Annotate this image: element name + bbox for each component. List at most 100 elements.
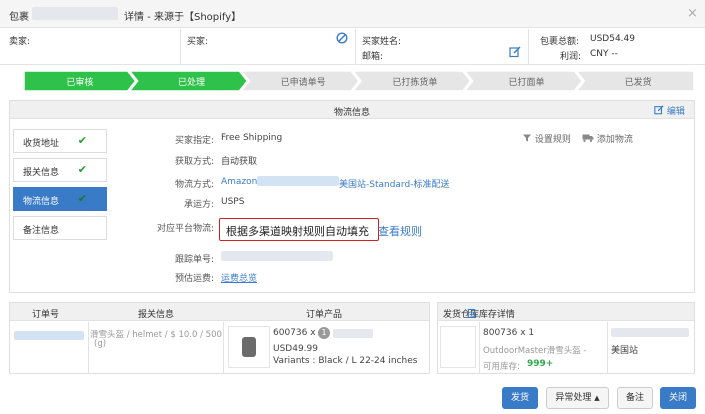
platform-logistics-value: 根据多渠道映射规则自动填充 (226, 225, 369, 238)
available-stock-label: 可用库存: (483, 362, 520, 372)
carrier-value: USPS (221, 197, 245, 207)
step-label-6: 已发货 (624, 78, 652, 88)
warehouse-site: 美国站 (611, 346, 639, 356)
tab-label: 报关信息 (23, 168, 60, 178)
buyer-specified-value: Free Shipping (221, 133, 283, 143)
set-rule-button[interactable]: 设置规则 (522, 132, 571, 145)
exception-handling-button[interactable]: 异常处理 ▲ (546, 387, 609, 409)
platform-logistics-label: 对应平台物流: (156, 224, 214, 234)
step-label-1: 已审核 (66, 78, 94, 88)
warehouse-header: 发货仓库 库存详情 (438, 303, 694, 321)
ban-icon[interactable] (336, 32, 348, 47)
order-table-header: 订单号 报关信息 订单产品 (10, 303, 429, 321)
profit-value: CNY -- (590, 49, 618, 59)
step-label-4: 已打拣货单 (392, 78, 438, 88)
order-progress-steps: 已审核 已处理 已申请单号 已打拣货单 已打面单 已发货 (24, 71, 694, 91)
logistics-edit-button[interactable]: 编辑 (654, 104, 685, 117)
seller-label: 卖家: (9, 37, 31, 47)
ship-button[interactable]: 发货 (502, 387, 538, 409)
tab-remark-info[interactable]: 备注信息 (13, 216, 107, 240)
product-image (242, 337, 256, 357)
fetch-method-value: 自动获取 (221, 157, 258, 167)
divider (180, 29, 181, 65)
logistics-method-label: 物流方式: (174, 180, 214, 190)
tracking-number-label: 跟踪单号: (174, 255, 214, 265)
product-variants: Variants : Black / L 22-24 inches (273, 356, 418, 366)
package-info-row: 卖家: 买家: 买家姓名: 邮箱: 包裹总额: USD54.49 利润: CNY… (0, 29, 705, 65)
warehouse-name-redacted (611, 328, 689, 337)
product-price: USD49.99 (273, 344, 318, 354)
add-logistics-button[interactable]: 添加物流 (582, 132, 633, 145)
divider (88, 322, 89, 373)
close-button[interactable]: 关闭 (660, 387, 696, 409)
tab-customs-info[interactable]: 报关信息 ✔ (13, 158, 107, 182)
warehouse-item-qty: 800736 x 1 (483, 328, 535, 338)
step-label-3: 已申请单号 (280, 78, 326, 88)
step-label-2: 已处理 (177, 78, 205, 88)
check-icon: ✔ (77, 163, 87, 176)
col-order-number: 订单号 (32, 310, 60, 320)
logistics-title: 物流信息 (333, 108, 370, 118)
remark-button[interactable]: 备注 (617, 387, 653, 409)
divider (479, 322, 480, 373)
tracking-number-redacted (221, 251, 333, 261)
freight-overview-link[interactable]: 运费总览 (221, 271, 257, 284)
profit-label: 利润: (560, 52, 582, 62)
caret-up-icon: ▲ (594, 394, 600, 402)
order-table: 订单号 报关信息 订单产品 滑雪头盔 / helmet / $ 10.0 / 5… (9, 302, 430, 374)
steps-graphic (24, 71, 694, 91)
table-row: 800736 x 1 OutdoorMaster滑雪头盔 - 可用库存: 999… (438, 322, 694, 373)
step-label-5: 已打面单 (508, 78, 545, 88)
divider (223, 322, 224, 373)
warehouse-thumbnail (440, 326, 476, 368)
divider (355, 29, 356, 65)
customs-info-text: 滑雪头盔 / helmet / $ 10.0 / 500 (90, 330, 222, 340)
divider (607, 322, 608, 373)
set-rule-label: 设置规则 (534, 135, 571, 145)
check-icon: ✔ (77, 192, 87, 205)
platform-logistics-highlight: 根据多渠道映射规则自动填充 (219, 218, 379, 241)
logistics-header: 物流信息 编辑 (10, 101, 694, 119)
col-customs-info: 报关信息 (138, 310, 175, 320)
document-icon (467, 308, 476, 319)
product-sku-qty: 600736 x (273, 328, 316, 338)
tab-label: 物流信息 (23, 197, 60, 207)
divider (528, 29, 529, 65)
customs-info-weight: (g) (94, 339, 107, 349)
tab-label: 收货地址 (23, 139, 60, 149)
order-number-redacted (14, 331, 84, 340)
tab-label: 备注信息 (23, 226, 60, 236)
logistics-edit-label: 编辑 (666, 107, 685, 117)
package-total-label: 包裹总额: (540, 37, 580, 47)
product-thumbnail[interactable] (228, 326, 270, 368)
tab-shipping-address[interactable]: 收货地址 ✔ (13, 129, 107, 153)
estimated-freight-label: 预估运费: (174, 274, 214, 284)
warehouse-panel: 发货仓库 库存详情 800736 x 1 OutdoorMaster滑雪头盔 -… (437, 302, 695, 374)
table-row: 滑雪头盔 / helmet / $ 10.0 / 500 (g) 600736 … (10, 322, 429, 373)
dialog-title-prefix: 包裹 (9, 12, 29, 23)
col-order-product: 订单产品 (306, 310, 343, 320)
truck-icon (582, 134, 594, 142)
fetch-method-label: 获取方式: (174, 157, 214, 167)
tab-logistics-info[interactable]: 物流信息 ✔ (13, 187, 107, 211)
logistics-method-service[interactable]: 美国站-Standard-标准配送 (339, 177, 449, 190)
view-rule-link[interactable]: 查看规则 (378, 223, 422, 239)
dialog-titlebar: 包裹 详情 - 来源于【Shopify】 × (0, 0, 705, 28)
package-total-value: USD54.49 (590, 34, 635, 44)
close-icon[interactable]: × (687, 6, 698, 21)
warehouse-item-name: OutdoorMaster滑雪头盔 - (483, 346, 587, 356)
edit-icon (654, 105, 664, 115)
package-id-redacted (32, 7, 118, 20)
stock-details-link[interactable]: 库存详情 (467, 307, 515, 320)
buyer-specified-label: 买家指定: (174, 136, 214, 146)
check-icon: ✔ (77, 134, 87, 147)
filter-icon (523, 134, 531, 142)
quantity-badge: 1 (318, 327, 330, 339)
account-name-redacted (257, 176, 339, 186)
add-logistics-label: 添加物流 (596, 135, 633, 145)
buyer-label: 买家: (187, 37, 209, 47)
logistics-method-value[interactable]: Amazon (221, 177, 257, 187)
product-name-redacted (333, 329, 373, 338)
available-stock-value: 999+ (527, 359, 554, 369)
edit-icon[interactable] (509, 46, 521, 61)
